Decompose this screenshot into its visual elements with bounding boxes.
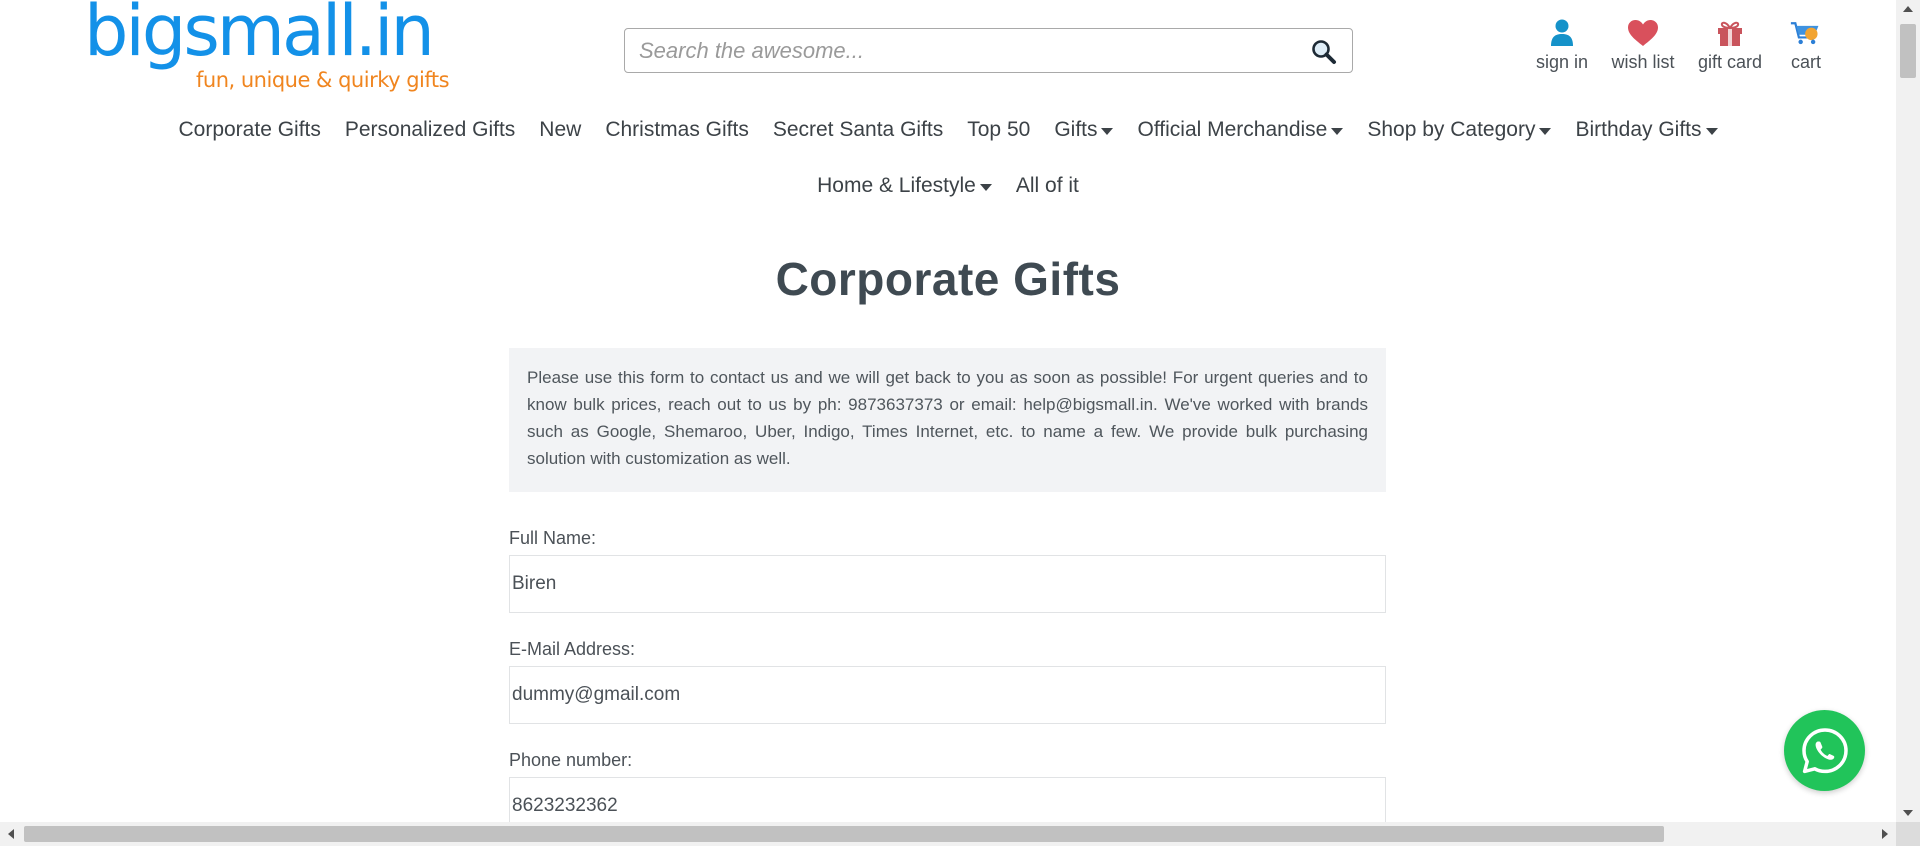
sign-in-button[interactable]: sign in [1527, 18, 1597, 73]
nav-label: Top 50 [967, 118, 1031, 141]
cart-button[interactable]: cart [1771, 18, 1841, 73]
info-box: Please use this form to contact us and w… [509, 348, 1386, 492]
scroll-right-arrow-icon[interactable] [1882, 829, 1888, 839]
full-name-label: Full Name: [509, 528, 597, 548]
caret-down-icon [1331, 127, 1344, 135]
nav-label: Christmas Gifts [605, 118, 749, 141]
gift-card-label: gift card [1697, 52, 1763, 72]
nav-label: Home & Lifestyle [817, 174, 976, 197]
logo-tagline: fun, unique & quirky gifts [196, 68, 450, 92]
email-label: E-Mail Address: [509, 639, 636, 659]
caret-down-icon [979, 183, 992, 191]
caret-down-icon [1539, 127, 1552, 135]
nav-label: Gifts [1054, 118, 1098, 141]
cart-icon [1790, 18, 1822, 48]
heart-icon [1627, 18, 1659, 48]
nav-label: Secret Santa Gifts [772, 118, 944, 141]
nav-item-shop-by-category[interactable]: Shop by Category [1367, 118, 1552, 142]
page-title: Corporate Gifts [775, 253, 1121, 305]
vertical-scroll-thumb[interactable] [1900, 24, 1916, 78]
wish-list-button[interactable]: wish list [1603, 18, 1683, 73]
phone-label: Phone number: [509, 750, 633, 770]
nav-label: New [539, 118, 582, 141]
scrollbar-corner [1896, 822, 1920, 846]
scroll-down-arrow-icon[interactable] [1903, 810, 1913, 816]
full-name-field[interactable] [509, 555, 1386, 613]
main-nav: Corporate Gifts Personalized Gifts New C… [0, 110, 1896, 206]
whatsapp-icon [1801, 727, 1848, 773]
horizontal-scroll-thumb[interactable] [24, 826, 1664, 842]
search-bar [624, 28, 1353, 73]
nav-item-top-50[interactable]: Top 50 [967, 118, 1030, 142]
gift-icon [1714, 18, 1746, 48]
nav-label: Personalized Gifts [344, 118, 516, 141]
email-group: E-Mail Address: [509, 639, 1386, 724]
scroll-up-arrow-icon[interactable] [1903, 6, 1913, 12]
gift-card-button[interactable]: gift card [1685, 18, 1775, 73]
nav-item-christmas-gifts[interactable]: Christmas Gifts [605, 118, 749, 142]
nav-item-official-merchandise[interactable]: Official Merchandise [1137, 118, 1344, 142]
nav-item-corporate-gifts[interactable]: Corporate Gifts [178, 118, 320, 142]
email-field[interactable] [509, 666, 1386, 724]
whatsapp-button[interactable] [1784, 710, 1865, 791]
nav-label: Official Merchandise [1137, 118, 1328, 141]
site-header: bigsmall.in fun, unique & quirky gifts s… [0, 0, 1896, 100]
scroll-left-arrow-icon[interactable] [8, 829, 14, 839]
horizontal-scrollbar[interactable] [0, 822, 1896, 846]
caret-down-icon [1101, 127, 1114, 135]
caret-down-icon [1705, 127, 1718, 135]
user-icon [1546, 18, 1578, 48]
nav-item-gifts[interactable]: Gifts [1054, 118, 1114, 142]
nav-label: Birthday Gifts [1575, 118, 1702, 141]
info-text: Please use this form to contact us and w… [527, 368, 1368, 468]
nav-item-all-of-it[interactable]: All of it [1016, 174, 1079, 198]
nav-item-secret-santa-gifts[interactable]: Secret Santa Gifts [773, 118, 943, 142]
nav-item-new[interactable]: New [539, 118, 581, 142]
nav-label: Corporate Gifts [178, 118, 321, 141]
site-logo[interactable]: bigsmall.in fun, unique & quirky gifts [84, 0, 450, 96]
nav-item-birthday-gifts[interactable]: Birthday Gifts [1575, 118, 1718, 142]
nav-item-home-lifestyle[interactable]: Home & Lifestyle [817, 174, 992, 198]
nav-label: Shop by Category [1367, 118, 1536, 141]
search-icon[interactable] [1310, 38, 1338, 66]
sign-in-label: sign in [1535, 52, 1589, 72]
search-input[interactable] [639, 33, 1289, 69]
vertical-scrollbar[interactable] [1896, 0, 1920, 822]
corporate-gifts-form: Full Name: E-Mail Address: Phone number: [509, 528, 1386, 846]
full-name-group: Full Name: [509, 528, 1386, 613]
nav-item-personalized-gifts[interactable]: Personalized Gifts [345, 118, 515, 142]
nav-row-primary: Corporate Gifts Personalized Gifts New C… [0, 110, 1896, 150]
nav-label: All of it [1015, 174, 1079, 197]
nav-row-secondary: Home & Lifestyle All of it [0, 166, 1896, 206]
wish-list-label: wish list [1611, 52, 1675, 72]
cart-label: cart [1790, 52, 1821, 72]
logo-text: bigsmall.in [84, 0, 435, 72]
